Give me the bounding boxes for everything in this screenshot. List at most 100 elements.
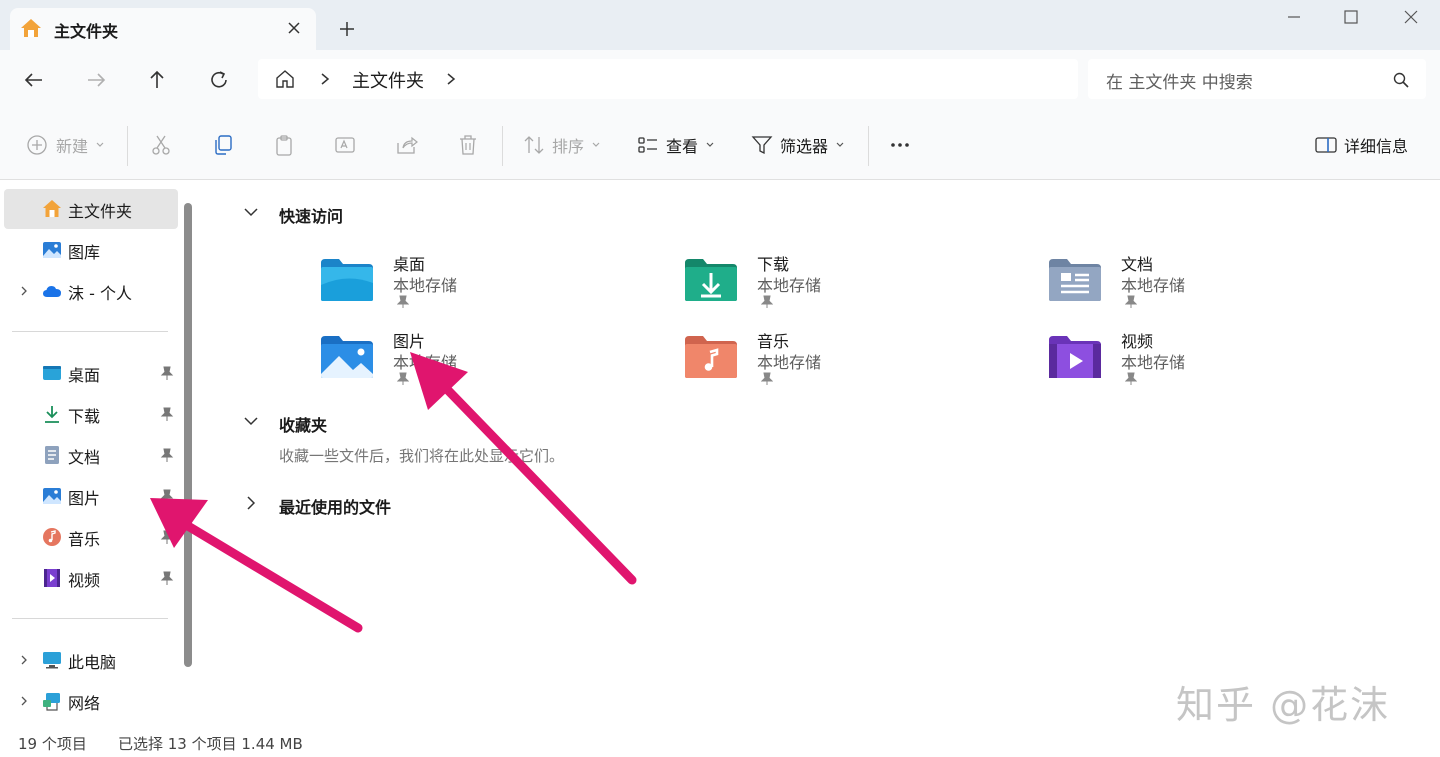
desktop-folder-icon <box>321 259 373 301</box>
this-pc-icon <box>43 652 61 669</box>
copy-button[interactable] <box>211 132 235 158</box>
pin-icon[interactable] <box>160 529 174 545</box>
sidebar-item-home[interactable]: 主文件夹 <box>4 189 178 229</box>
pin-icon[interactable] <box>160 570 174 586</box>
quick-access-pictures[interactable]: 图片 本地存储 <box>319 332 619 402</box>
home-icon <box>21 19 41 37</box>
videos-folder-icon <box>1049 336 1101 378</box>
section-favorites[interactable]: 收藏夹 <box>279 412 327 436</box>
close-tab-icon[interactable] <box>282 16 306 40</box>
chevron-down-icon <box>96 142 104 147</box>
pin-icon[interactable] <box>160 447 174 463</box>
pin-icon <box>761 295 773 308</box>
search-icon[interactable] <box>1392 71 1410 89</box>
pin-icon[interactable] <box>160 365 174 381</box>
videos-icon <box>44 569 60 587</box>
forward-button[interactable] <box>82 66 110 94</box>
section-recent-files[interactable]: 最近使用的文件 <box>279 494 391 518</box>
sort-button[interactable]: 排序 <box>522 132 602 158</box>
rename-button[interactable] <box>333 132 357 158</box>
sidebar-item-videos[interactable]: 视频 <box>4 558 178 598</box>
sidebar-scrollbar[interactable] <box>184 203 192 667</box>
item-location: 本地存储 <box>393 276 458 295</box>
item-location: 本地存储 <box>757 276 822 295</box>
sidebar-item-label: 主文件夹 <box>68 202 133 221</box>
address-bar[interactable]: 主文件夹 <box>258 59 1078 99</box>
chevron-down-icon <box>836 142 844 147</box>
network-icon <box>43 693 60 711</box>
music-icon <box>43 528 61 546</box>
refresh-button[interactable] <box>205 66 233 94</box>
quick-access-music[interactable]: 音乐 本地存储 <box>683 332 983 402</box>
pictures-icon <box>43 488 61 504</box>
chevron-right-icon[interactable] <box>18 653 30 667</box>
sidebar-item-onedrive[interactable]: 沫 - 个人 <box>4 271 178 311</box>
status-bar: 19 个项目 已选择 13 个项目 1.44 MB <box>0 727 1440 757</box>
documents-icon <box>45 446 59 464</box>
details-pane-button[interactable]: 详细信息 <box>1314 132 1408 158</box>
favorites-empty-message: 收藏一些文件后，我们将在此处显示它们。 <box>279 447 565 465</box>
filter-button[interactable]: 筛选器 <box>750 132 846 158</box>
item-location: 本地存储 <box>1121 276 1186 295</box>
cut-button[interactable] <box>149 132 173 158</box>
view-button[interactable]: 查看 <box>636 132 716 158</box>
more-options-button[interactable] <box>888 132 912 158</box>
quick-access-documents[interactable]: 文档 本地存储 <box>1047 255 1347 325</box>
tab-title: 主文件夹 <box>54 22 119 41</box>
section-quick-access[interactable]: 快速访问 <box>279 203 343 227</box>
item-location: 本地存储 <box>757 353 822 372</box>
chevron-right-icon[interactable] <box>18 284 30 298</box>
chevron-right-icon[interactable] <box>242 494 260 512</box>
sidebar-item-desktop[interactable]: 桌面 <box>4 353 178 393</box>
sidebar-item-network[interactable]: 网络 <box>4 681 178 721</box>
sidebar-item-label: 音乐 <box>68 530 101 549</box>
new-tab-button[interactable] <box>334 16 360 42</box>
sidebar-item-downloads[interactable]: 下载 <box>4 394 178 434</box>
downloads-folder-icon <box>685 259 737 301</box>
pin-icon[interactable] <box>160 406 174 422</box>
maximize-button[interactable] <box>1340 6 1362 28</box>
sidebar-item-label: 沫 - 个人 <box>68 284 132 303</box>
pin-icon <box>1125 372 1137 385</box>
documents-folder-icon <box>1049 259 1101 301</box>
back-button[interactable] <box>20 66 48 94</box>
up-button[interactable] <box>143 66 171 94</box>
details-pane-icon <box>1315 137 1337 153</box>
sidebar-item-label: 图片 <box>68 489 101 508</box>
tab-home-folder[interactable]: 主文件夹 <box>10 8 316 50</box>
sidebar-item-documents[interactable]: 文档 <box>4 435 178 475</box>
filter-label: 筛选器 <box>780 137 829 156</box>
quick-access-videos[interactable]: 视频 本地存储 <box>1047 332 1347 402</box>
pictures-folder-icon <box>321 336 373 378</box>
sidebar-item-this-pc[interactable]: 此电脑 <box>4 640 178 680</box>
sidebar-item-label: 此电脑 <box>68 653 117 672</box>
toolbar-divider <box>127 126 128 166</box>
sidebar-item-gallery[interactable]: 图库 <box>4 230 178 270</box>
add-circle-icon <box>27 135 47 155</box>
breadcrumb-current[interactable]: 主文件夹 <box>352 67 424 93</box>
details-label: 详细信息 <box>1344 137 1409 156</box>
sidebar-item-music[interactable]: 音乐 <box>4 517 178 557</box>
share-button[interactable] <box>395 132 419 158</box>
pin-icon <box>1125 295 1137 308</box>
search-box[interactable]: 在 主文件夹 中搜索 <box>1088 59 1426 99</box>
address-row: 主文件夹 在 主文件夹 中搜索 <box>0 50 1440 110</box>
chevron-down-icon[interactable] <box>242 203 260 221</box>
rename-icon <box>335 137 355 153</box>
delete-button[interactable] <box>456 132 480 158</box>
new-button[interactable]: 新建 <box>26 132 106 158</box>
quick-access-downloads[interactable]: 下载 本地存储 <box>683 255 983 325</box>
home-outline-icon <box>276 70 294 88</box>
chevron-down-icon[interactable] <box>242 412 260 430</box>
search-input[interactable]: 在 主文件夹 中搜索 <box>1106 68 1253 93</box>
quick-access-desktop[interactable]: 桌面 本地存储 <box>319 255 619 325</box>
sidebar-item-pictures[interactable]: 图片 <box>4 476 178 516</box>
sidebar-item-label: 文档 <box>68 448 101 467</box>
chevron-right-icon[interactable] <box>444 71 458 87</box>
paste-button[interactable] <box>272 132 296 158</box>
sidebar-item-label: 桌面 <box>68 366 101 385</box>
pin-icon[interactable] <box>160 488 174 504</box>
chevron-right-icon[interactable] <box>18 694 30 708</box>
minimize-button[interactable] <box>1283 6 1305 28</box>
close-window-button[interactable] <box>1400 6 1422 28</box>
